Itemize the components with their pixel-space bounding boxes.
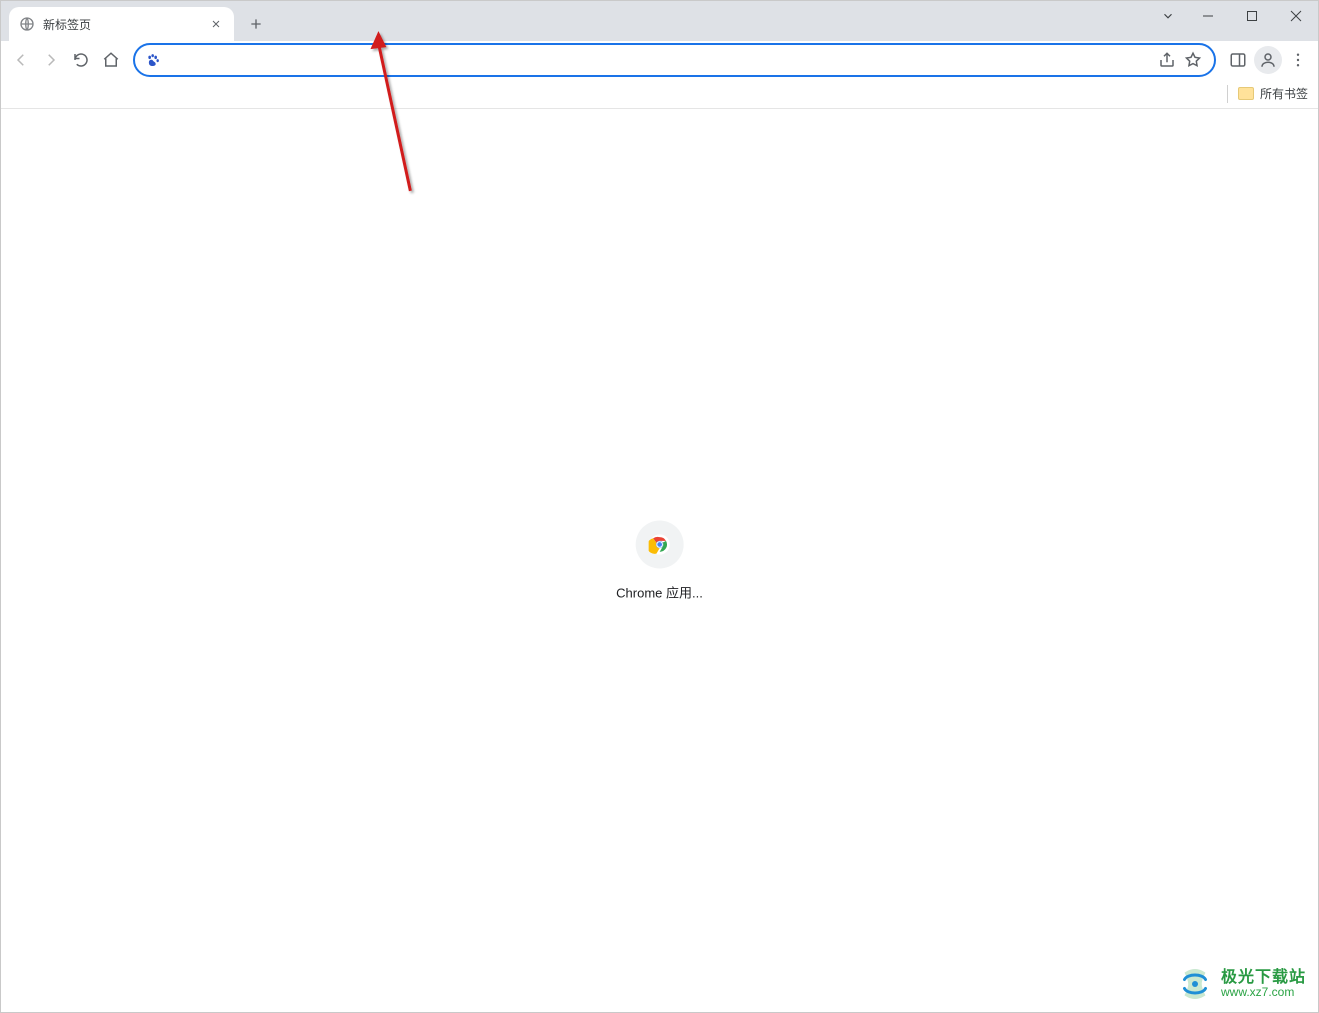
address-input[interactable]: [169, 45, 1154, 75]
bookmark-star-icon[interactable]: [1180, 47, 1206, 73]
watermark-url: www.xz7.com: [1221, 986, 1306, 999]
browser-tab[interactable]: 新标签页: [9, 7, 234, 41]
folder-icon: [1238, 87, 1254, 100]
forward-button[interactable]: [37, 46, 65, 74]
watermark: 极光下载站 www.xz7.com: [1177, 966, 1306, 1002]
bookmark-bar: 所有书签: [1, 79, 1318, 109]
watermark-logo-icon: [1177, 966, 1213, 1002]
address-bar[interactable]: [133, 43, 1216, 77]
divider: [1227, 85, 1228, 103]
new-tab-button[interactable]: [242, 10, 270, 38]
shortcut-label: Chrome 应用...: [616, 582, 703, 601]
close-window-button[interactable]: [1274, 1, 1318, 31]
new-tab-page: Chrome 应用... 极光下载站 www.xz7.com: [1, 109, 1318, 1012]
minimize-button[interactable]: [1186, 1, 1230, 31]
home-button[interactable]: [97, 46, 125, 74]
window-controls: [1150, 1, 1318, 31]
tab-title: 新标签页: [43, 16, 208, 33]
maximize-button[interactable]: [1230, 1, 1274, 31]
kebab-menu-button[interactable]: [1284, 46, 1312, 74]
back-button[interactable]: [7, 46, 35, 74]
globe-icon: [19, 16, 35, 32]
toolbar: [1, 41, 1318, 79]
close-tab-button[interactable]: [208, 16, 224, 32]
all-bookmarks-folder[interactable]: 所有书签: [1238, 85, 1308, 102]
all-bookmarks-label: 所有书签: [1260, 85, 1308, 102]
chrome-logo-icon: [649, 533, 671, 555]
shortcut-circle: [636, 520, 684, 568]
ntp-shortcut[interactable]: Chrome 应用...: [616, 520, 703, 601]
reload-button[interactable]: [67, 46, 95, 74]
tab-strip: 新标签页: [1, 1, 1318, 41]
profile-button[interactable]: [1254, 46, 1282, 74]
side-panel-button[interactable]: [1224, 46, 1252, 74]
watermark-title: 极光下载站: [1221, 969, 1306, 987]
baidu-paw-icon: [143, 50, 163, 70]
share-icon[interactable]: [1154, 47, 1180, 73]
tab-search-button[interactable]: [1150, 1, 1186, 31]
